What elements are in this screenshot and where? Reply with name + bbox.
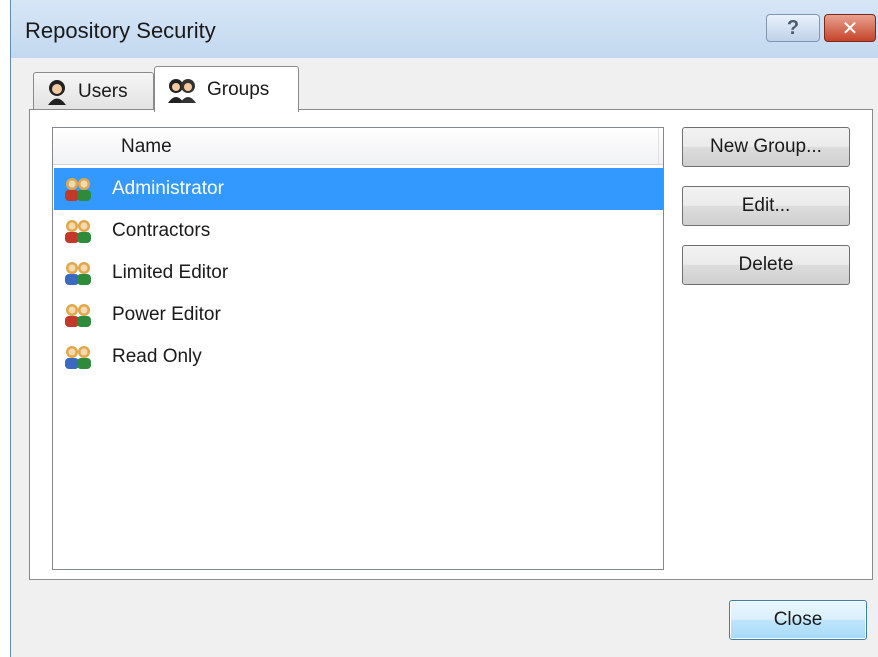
tab-users-label: Users <box>78 80 128 102</box>
list-item-read-only[interactable]: Read Only <box>54 336 663 378</box>
window-close-button[interactable]: ✕ <box>824 14 876 42</box>
group-icon <box>65 220 91 243</box>
window-title: Repository Security <box>25 18 216 43</box>
edit-button[interactable]: Edit... <box>682 186 850 226</box>
group-icon <box>65 262 91 285</box>
user-icon <box>48 79 66 105</box>
group-icon <box>168 78 196 103</box>
list-item-label: Limited Editor <box>112 262 229 283</box>
group-icon <box>65 178 91 201</box>
repository-security-dialog: Repository Security ? ✕ Users Groups Nam… <box>10 0 878 657</box>
group-icon <box>65 304 91 327</box>
list-item-contractors[interactable]: Contractors <box>54 210 663 252</box>
new-group-button[interactable]: New Group... <box>682 127 850 167</box>
groups-list[interactable]: Name Administrator Contractors Limited E… <box>52 127 664 570</box>
list-item-limited-editor[interactable]: Limited Editor <box>54 252 663 294</box>
help-button[interactable]: ? <box>766 14 820 42</box>
group-icon <box>65 346 91 369</box>
title-bar: Repository Security ? ✕ <box>11 0 878 58</box>
column-header-label: Name <box>121 136 172 157</box>
groups-tab-panel: Name Administrator Contractors Limited E… <box>29 109 873 580</box>
tab-users[interactable]: Users <box>33 72 154 110</box>
dialog-client-area: Users Groups Name Administrator Contract… <box>11 58 878 657</box>
list-header: Name <box>53 128 663 165</box>
delete-button[interactable]: Delete <box>682 245 850 285</box>
list-item-administrator[interactable]: Administrator <box>54 168 663 210</box>
tab-groups-label: Groups <box>207 78 270 100</box>
list-item-label: Power Editor <box>112 304 221 325</box>
list-item-power-editor[interactable]: Power Editor <box>54 294 663 336</box>
list-item-label: Read Only <box>112 346 202 367</box>
list-item-label: Contractors <box>112 220 211 241</box>
close-button[interactable]: Close <box>729 600 867 640</box>
tab-groups[interactable]: Groups <box>154 66 299 112</box>
list-item-label: Administrator <box>112 178 224 199</box>
column-header-name[interactable]: Name <box>53 128 659 164</box>
